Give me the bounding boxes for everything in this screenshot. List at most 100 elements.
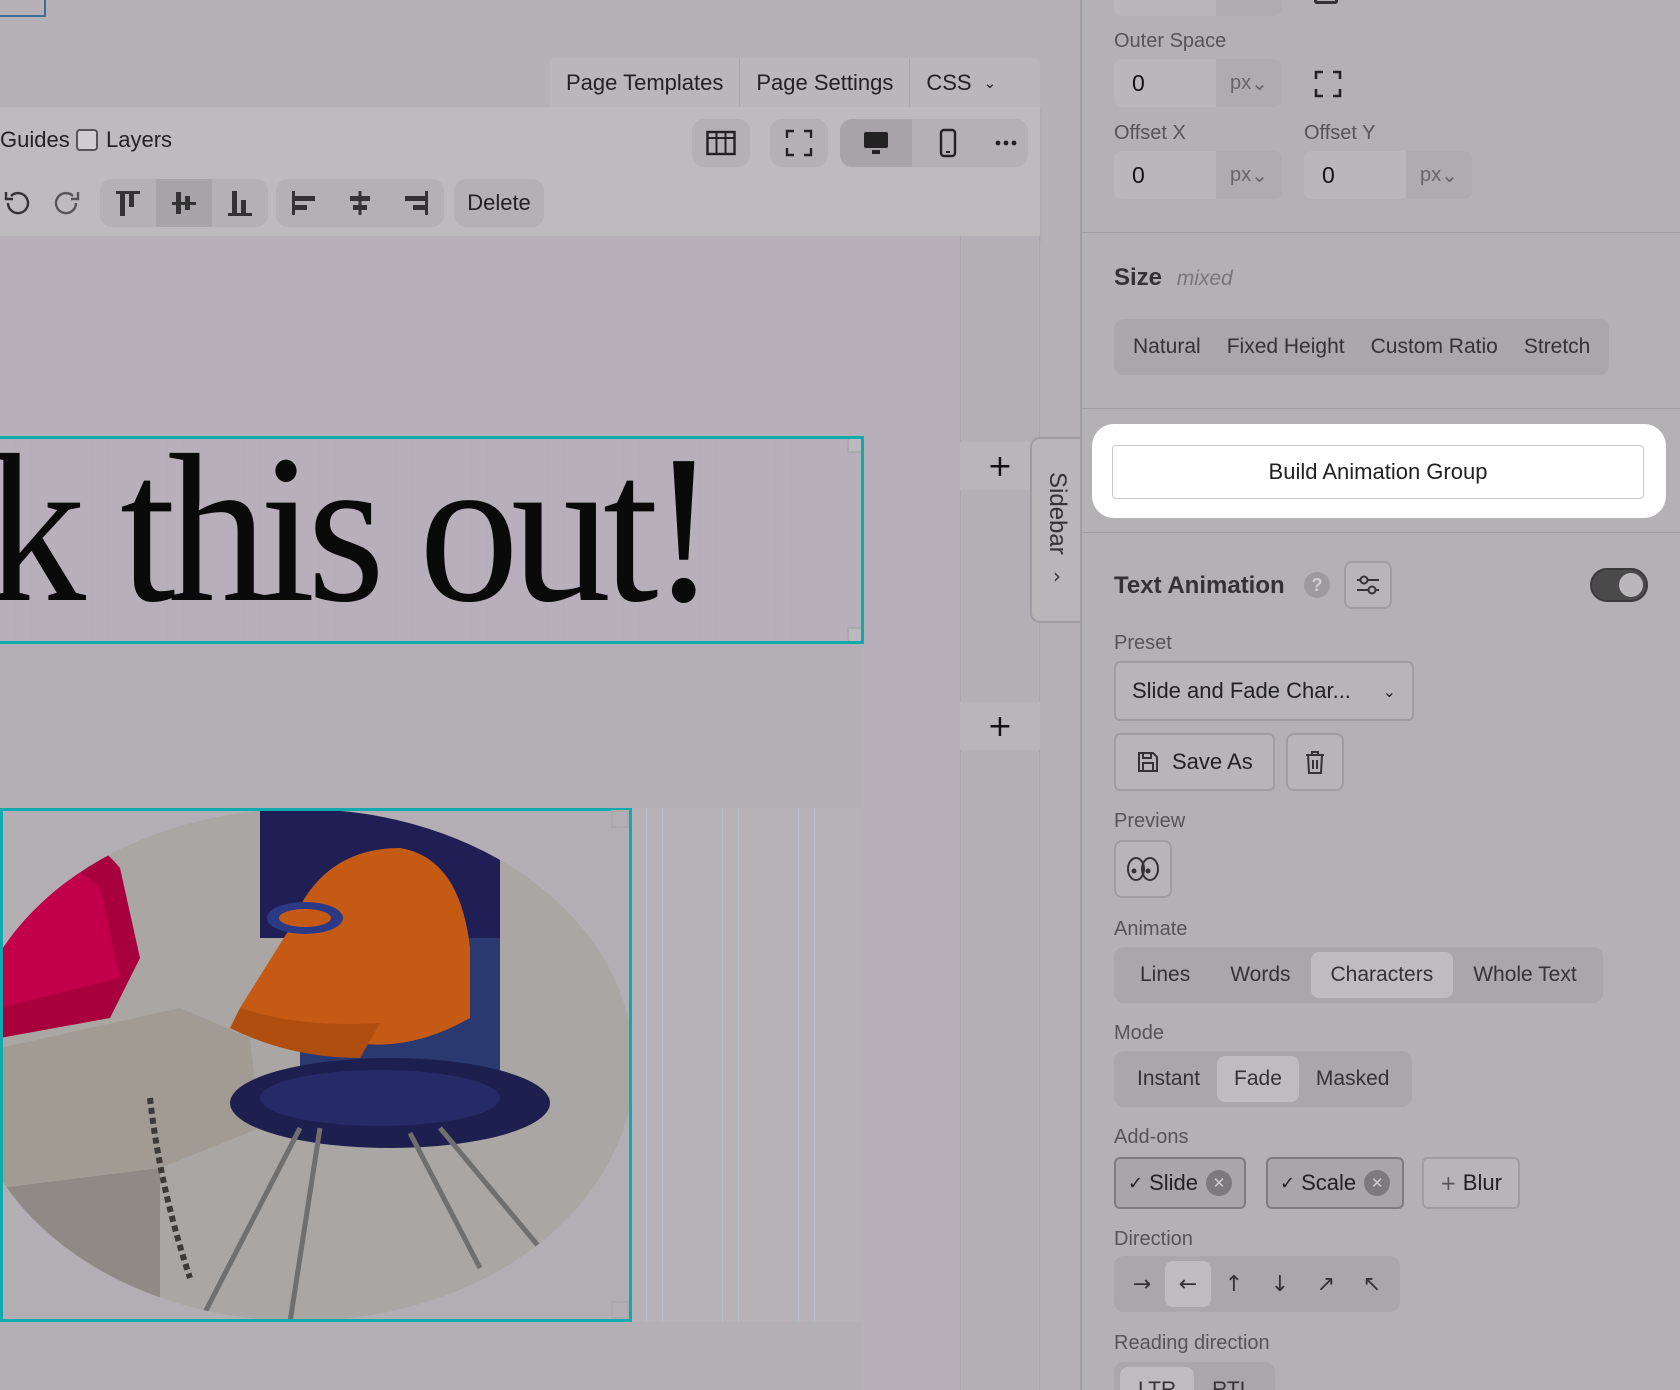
animate-segmented: Lines Words Characters Whole Text bbox=[1114, 947, 1603, 1003]
animate-option-lines[interactable]: Lines bbox=[1120, 952, 1210, 998]
align-top-icon bbox=[116, 191, 140, 216]
headline-text[interactable]: k this out! bbox=[0, 423, 717, 636]
size-option-fixed-height[interactable]: Fixed Height bbox=[1214, 324, 1358, 370]
size-option-natural[interactable]: Natural bbox=[1120, 324, 1214, 370]
offset-x-value[interactable]: 0 bbox=[1114, 151, 1216, 199]
sidebar-tab-label: Sidebar bbox=[1044, 471, 1071, 555]
text-animation-title: Text Animation bbox=[1114, 572, 1285, 599]
build-animation-group-button[interactable]: Build Animation Group bbox=[1112, 445, 1644, 499]
help-icon[interactable]: ? bbox=[1304, 572, 1330, 598]
properties-panel: Outer Space 0 px ⌄ Offset X Offset Y 0 px… bbox=[1080, 0, 1680, 1390]
offset-y-value[interactable]: 0 bbox=[1304, 151, 1406, 199]
text-animation-toggle[interactable] bbox=[1590, 568, 1648, 602]
editor-area: Page Templates Page Settings CSS ⌄ Guides… bbox=[0, 0, 1080, 1390]
undo-button[interactable] bbox=[0, 179, 36, 227]
addons-label: Add-ons bbox=[1114, 1126, 1189, 1148]
addon-scale[interactable]: ✓ Scale ✕ bbox=[1266, 1157, 1405, 1209]
tab-page-settings[interactable]: Page Settings bbox=[740, 58, 911, 107]
guides-toggle[interactable]: Guides bbox=[0, 127, 70, 153]
offset-y-field[interactable]: 0 px ⌄ bbox=[1304, 151, 1472, 199]
remove-addon-icon[interactable]: ✕ bbox=[1206, 1170, 1233, 1196]
sidebar-toggle-tab[interactable]: Sidebar › bbox=[1030, 437, 1080, 623]
size-option-custom-ratio[interactable]: Custom Ratio bbox=[1358, 324, 1511, 370]
fullscreen-button[interactable] bbox=[770, 119, 828, 167]
mode-option-masked[interactable]: Masked bbox=[1299, 1056, 1407, 1102]
save-as-label: Save As bbox=[1172, 749, 1253, 774]
delete-button[interactable]: Delete bbox=[454, 179, 544, 227]
redo-button[interactable] bbox=[38, 179, 94, 227]
reading-option-ltr[interactable]: LTR bbox=[1120, 1367, 1195, 1390]
align-right-button[interactable] bbox=[388, 179, 444, 227]
tab-page-templates[interactable]: Page Templates bbox=[550, 58, 741, 107]
delete-preset-button[interactable] bbox=[1286, 733, 1344, 791]
inner-space-field[interactable] bbox=[1114, 0, 1282, 16]
animation-settings-button[interactable] bbox=[1344, 561, 1392, 609]
reading-option-rtl[interactable]: RTL bbox=[1194, 1367, 1269, 1390]
image-block[interactable] bbox=[0, 808, 632, 1322]
mode-option-fade[interactable]: Fade bbox=[1217, 1056, 1299, 1102]
check-icon: ✓ bbox=[1128, 1172, 1144, 1194]
preview-button[interactable] bbox=[1114, 840, 1172, 898]
unit-label: px bbox=[1420, 163, 1442, 186]
align-left-icon bbox=[292, 191, 315, 215]
animate-option-characters[interactable]: Characters bbox=[1310, 952, 1454, 998]
reading-direction-label: Reading direction bbox=[1114, 1332, 1270, 1354]
addon-blur[interactable]: + Blur bbox=[1422, 1157, 1520, 1209]
add-section-button[interactable]: + bbox=[960, 442, 1040, 490]
mode-segmented: Instant Fade Masked bbox=[1114, 1051, 1413, 1107]
save-as-button[interactable]: Save As bbox=[1114, 733, 1275, 791]
resize-handle[interactable] bbox=[847, 439, 861, 453]
direction-right-button[interactable]: → bbox=[1119, 1261, 1165, 1307]
layers-label: Layers bbox=[106, 127, 173, 152]
horizontal-align-group bbox=[276, 179, 444, 227]
layers-checkbox[interactable] bbox=[76, 129, 98, 151]
animate-label: Animate bbox=[1114, 918, 1188, 940]
animate-option-words[interactable]: Words bbox=[1210, 952, 1310, 998]
add-section-button[interactable]: + bbox=[960, 702, 1040, 750]
align-bottom-button[interactable] bbox=[212, 179, 268, 227]
remove-addon-icon[interactable]: ✕ bbox=[1364, 1170, 1391, 1196]
direction-down-button[interactable]: ↓ bbox=[1257, 1261, 1303, 1307]
desktop-view-button[interactable] bbox=[840, 119, 912, 167]
mode-option-instant[interactable]: Instant bbox=[1120, 1056, 1217, 1102]
outer-space-value[interactable]: 0 bbox=[1114, 59, 1216, 107]
tab-css[interactable]: CSS ⌄ bbox=[910, 58, 1012, 107]
direction-up-right-button[interactable]: ↗ bbox=[1303, 1261, 1349, 1307]
direction-up-left-button[interactable]: ↖ bbox=[1349, 1261, 1395, 1307]
divider bbox=[1082, 232, 1680, 233]
size-option-stretch[interactable]: Stretch bbox=[1511, 324, 1604, 370]
tab-label: CSS bbox=[926, 69, 972, 95]
trash-icon bbox=[1306, 751, 1324, 774]
animate-option-whole-text[interactable]: Whole Text bbox=[1453, 952, 1597, 998]
plus-icon: + bbox=[1440, 1171, 1457, 1195]
align-center-icon bbox=[350, 191, 370, 215]
toggle-knob bbox=[1619, 573, 1643, 597]
direction-up-button[interactable]: ↑ bbox=[1211, 1261, 1257, 1307]
offset-y-unit[interactable]: px ⌄ bbox=[1406, 151, 1472, 199]
layers-toggle[interactable]: Layers bbox=[76, 127, 172, 153]
preview-label: Preview bbox=[1114, 810, 1186, 832]
product-photo bbox=[0, 808, 632, 1322]
chevron-down-icon: ⌄ bbox=[1382, 681, 1396, 701]
resize-handle[interactable] bbox=[847, 627, 861, 641]
outer-space-unit[interactable]: px ⌄ bbox=[1216, 59, 1282, 107]
offset-x-unit[interactable]: px ⌄ bbox=[1216, 151, 1282, 199]
canvas-gutter bbox=[960, 236, 1040, 1390]
offset-y-label: Offset Y bbox=[1304, 122, 1376, 144]
preset-dropdown[interactable]: Slide and Fade Char... ⌄ bbox=[1114, 661, 1414, 721]
align-left-button[interactable] bbox=[276, 179, 332, 227]
align-center-button[interactable] bbox=[332, 179, 388, 227]
expand-icon[interactable] bbox=[1314, 70, 1342, 98]
more-options-button[interactable] bbox=[984, 119, 1028, 167]
addon-slide[interactable]: ✓ Slide ✕ bbox=[1114, 1157, 1247, 1209]
tab-label: Page Templates bbox=[566, 69, 724, 95]
expand-icon[interactable] bbox=[1314, 0, 1338, 4]
align-top-button[interactable] bbox=[100, 179, 156, 227]
outer-space-field[interactable]: 0 px ⌄ bbox=[1114, 59, 1282, 107]
direction-left-button[interactable]: ← bbox=[1165, 1261, 1211, 1307]
direction-label: Direction bbox=[1114, 1228, 1193, 1250]
offset-x-field[interactable]: 0 px ⌄ bbox=[1114, 151, 1282, 199]
align-middle-button[interactable] bbox=[156, 179, 212, 227]
mobile-view-button[interactable] bbox=[912, 119, 984, 167]
grid-view-button[interactable] bbox=[692, 119, 750, 167]
